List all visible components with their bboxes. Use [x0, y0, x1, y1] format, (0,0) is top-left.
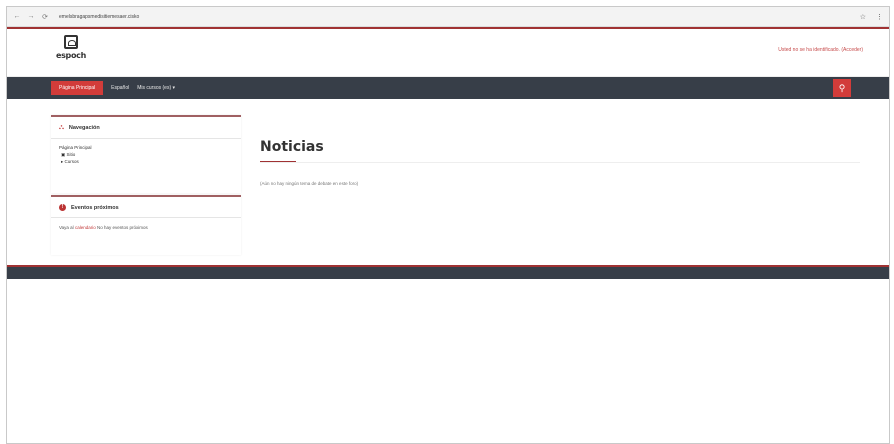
- title-rule: [260, 162, 860, 163]
- browser-toolbar: ← → ⟳ emelsbragapsmedisitiemesaer.cisko …: [7, 7, 889, 27]
- nav-tree-item-site[interactable]: ▣ Sitio: [59, 151, 233, 158]
- site-header: espoch Usted no se ha identificado. (Acc…: [7, 29, 889, 77]
- browser-actions: ☆ ⋮: [860, 13, 883, 21]
- site-logo[interactable]: espoch: [53, 35, 89, 60]
- news-section: Noticias (Aún no hay ningún tema de deba…: [260, 139, 860, 186]
- logo-mark-icon: [64, 35, 78, 49]
- menu-icon[interactable]: ⋮: [876, 13, 883, 21]
- login-link[interactable]: Usted no se ha identificado. (Acceder): [778, 47, 863, 53]
- nav-tree-item-courses[interactable]: ▸ Cursos: [59, 158, 233, 165]
- reload-icon[interactable]: ⟳: [41, 13, 49, 21]
- calendar-link[interactable]: calendario: [75, 225, 96, 230]
- navigation-tree: Página Principal ▣ Sitio ▸ Cursos: [51, 139, 241, 170]
- news-empty-text: (Aún no hay ningún tema de debate en est…: [260, 181, 359, 186]
- alert-icon: !: [59, 204, 66, 211]
- forward-icon[interactable]: →: [27, 13, 35, 20]
- address-bar[interactable]: emelsbragapsmedisitiemesaer.cisko: [59, 14, 139, 20]
- logo-text: espoch: [55, 51, 87, 60]
- nav-language-link[interactable]: Español: [111, 85, 129, 91]
- sitemap-icon: ⛬: [59, 124, 64, 131]
- search-button[interactable]: ⚲: [833, 79, 851, 97]
- nav-tree-item-home[interactable]: Página Principal: [59, 144, 233, 151]
- navigation-block-title: ⛬ Navegación: [51, 117, 241, 139]
- navigation-block: ⛬ Navegación Página Principal ▣ Sitio ▸ …: [51, 115, 241, 193]
- nav-home-link[interactable]: Página Principal: [51, 81, 104, 95]
- back-icon[interactable]: ←: [13, 13, 21, 20]
- page-content: ⛬ Navegación Página Principal ▣ Sitio ▸ …: [7, 99, 889, 261]
- navigation-title-text: Navegación: [68, 125, 100, 131]
- main-nav: Página Principal Español Mis cursos (es)…: [7, 77, 889, 99]
- star-icon[interactable]: ☆: [860, 13, 866, 21]
- events-block-title: ! Eventos próximos: [51, 197, 241, 218]
- site-footer: [7, 265, 889, 279]
- search-icon: ⚲: [838, 82, 846, 93]
- events-block: ! Eventos próximos Vaya al calendario No…: [51, 195, 241, 255]
- browser-window: ← → ⟳ emelsbragapsmedisitiemesaer.cisko …: [6, 6, 890, 444]
- events-title-text: Eventos próximos: [71, 204, 119, 211]
- nav-courses-dropdown[interactable]: Mis cursos (es) ▾: [137, 85, 175, 91]
- events-text: Vaya al calendario No hay eventos próxim…: [59, 225, 148, 230]
- page-title: Noticias: [260, 139, 324, 155]
